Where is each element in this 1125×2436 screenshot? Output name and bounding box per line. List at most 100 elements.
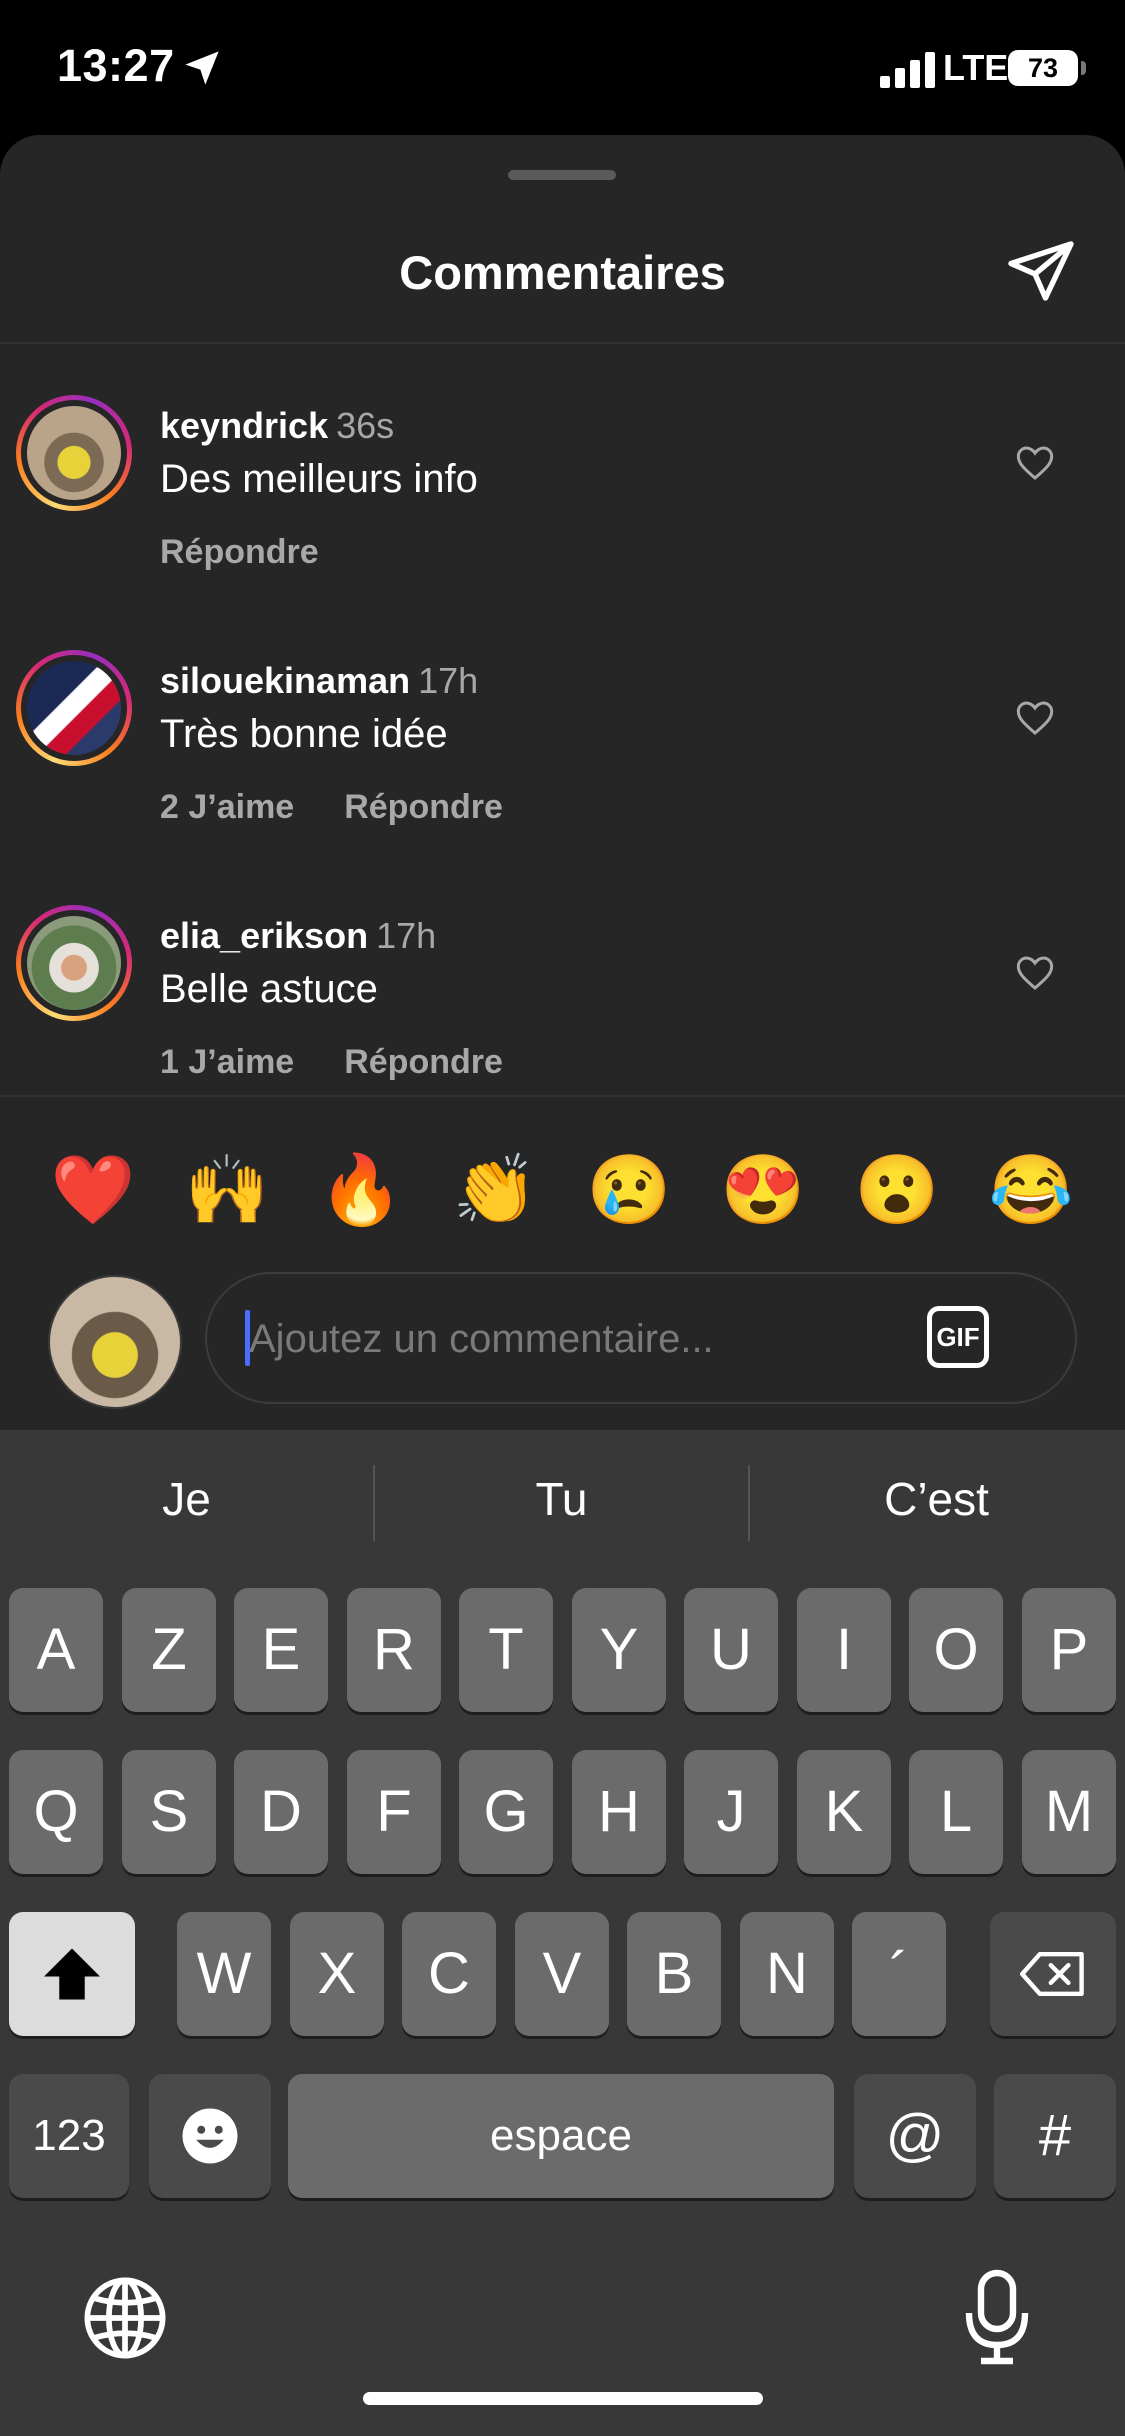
emoji-face-icon xyxy=(182,2108,238,2164)
backspace-key[interactable] xyxy=(990,1912,1116,2036)
share-paper-plane-icon[interactable] xyxy=(1005,235,1077,307)
key-d[interactable]: D xyxy=(234,1750,328,1874)
comment-time: 36s xyxy=(336,405,395,446)
comment-header: elia_erikson 17h xyxy=(160,915,436,957)
status-time: 13:27 xyxy=(57,40,175,91)
home-indicator[interactable] xyxy=(363,2392,763,2405)
avatar xyxy=(27,406,121,500)
key-g[interactable]: G xyxy=(459,1750,553,1874)
comment-input[interactable] xyxy=(247,1302,891,1376)
numbers-key[interactable]: 123 xyxy=(9,2074,129,2198)
key-f[interactable]: F xyxy=(347,1750,441,1874)
key-i[interactable]: I xyxy=(797,1588,891,1712)
comments-sheet: Commentaires keyndrick 36s Des meilleurs … xyxy=(0,135,1125,1430)
reply-button[interactable]: Répondre xyxy=(344,1043,503,1081)
key-e[interactable]: E xyxy=(234,1588,328,1712)
comment-username[interactable]: keyndrick xyxy=(160,405,328,446)
comment-username[interactable]: silouekinaman xyxy=(160,660,410,701)
emoji-fire[interactable]: 🔥 xyxy=(316,1145,406,1235)
keyboard: Je Tu C’est A Z E R T Y U I O P Q S D F … xyxy=(0,1430,1125,2436)
shift-arrow-icon xyxy=(44,1948,100,2000)
status-bar: 13:27 LTE 73 xyxy=(0,0,1125,135)
key-k[interactable]: K xyxy=(797,1750,891,1874)
shift-key[interactable] xyxy=(9,1912,135,2036)
like-heart-icon[interactable] xyxy=(1015,953,1055,993)
header-divider xyxy=(0,342,1125,344)
emoji-clap[interactable]: 👏 xyxy=(450,1145,540,1235)
story-ring[interactable] xyxy=(16,905,132,1021)
key-u[interactable]: U xyxy=(684,1588,778,1712)
likes-count[interactable]: 1 J’aime xyxy=(160,1043,294,1081)
emoji-heart-eyes[interactable]: 😍 xyxy=(718,1145,808,1235)
key-x[interactable]: X xyxy=(290,1912,384,2036)
key-l[interactable]: L xyxy=(909,1750,1003,1874)
key-acute-accent[interactable]: ´ xyxy=(852,1912,946,2036)
quick-emoji-bar: ❤️ 🙌 🔥 👏 😢 😍 😮 😂 xyxy=(0,1145,1125,1235)
key-n[interactable]: N xyxy=(740,1912,834,2036)
suggestion-2[interactable]: Tu xyxy=(375,1472,748,1526)
battery-tip xyxy=(1081,61,1086,75)
key-b[interactable]: B xyxy=(627,1912,721,2036)
story-ring[interactable] xyxy=(16,395,132,511)
reply-button[interactable]: Répondre xyxy=(344,788,503,826)
reply-button[interactable]: Répondre xyxy=(160,533,319,571)
key-r[interactable]: R xyxy=(347,1588,441,1712)
comment-time: 17h xyxy=(376,915,437,956)
comment-actions: 1 J’aime Répondre xyxy=(160,1043,553,1082)
battery-icon: 73 xyxy=(1008,50,1078,86)
emoji-raised-hands[interactable]: 🙌 xyxy=(182,1145,272,1235)
location-arrow-icon xyxy=(185,51,219,85)
key-q[interactable]: Q xyxy=(9,1750,103,1874)
key-t[interactable]: T xyxy=(459,1588,553,1712)
key-o[interactable]: O xyxy=(909,1588,1003,1712)
emoji-heart[interactable]: ❤️ xyxy=(48,1145,138,1235)
backspace-icon xyxy=(1020,1952,1084,1996)
suggestion-3[interactable]: C’est xyxy=(750,1472,1123,1526)
key-z[interactable]: Z xyxy=(122,1588,216,1712)
key-m[interactable]: M xyxy=(1022,1750,1116,1874)
emoji-wow[interactable]: 😮 xyxy=(852,1145,942,1235)
avatar xyxy=(27,916,121,1010)
key-s[interactable]: S xyxy=(122,1750,216,1874)
emoji-divider xyxy=(0,1095,1125,1097)
microphone-icon[interactable] xyxy=(965,2268,1029,2366)
comment-item: silouekinaman 17h Très bonne idée 2 J’aim… xyxy=(0,640,1125,830)
emoji-key[interactable] xyxy=(149,2074,271,2198)
gif-button[interactable]: GIF xyxy=(927,1306,989,1368)
key-p[interactable]: P xyxy=(1022,1588,1116,1712)
likes-count[interactable]: 2 J’aime xyxy=(160,788,294,826)
comment-input-container[interactable]: GIF xyxy=(205,1272,1077,1404)
comment-item: keyndrick 36s Des meilleurs info Répondre xyxy=(0,385,1125,575)
key-a[interactable]: A xyxy=(9,1588,103,1712)
avatar xyxy=(27,661,121,755)
comment-header: silouekinaman 17h xyxy=(160,660,478,702)
comment-actions: Répondre xyxy=(160,533,369,572)
comment-item: elia_erikson 17h Belle astuce 1 J’aime Rép… xyxy=(0,895,1125,1085)
at-key[interactable]: @ xyxy=(854,2074,976,2198)
emoji-crying[interactable]: 😢 xyxy=(584,1145,674,1235)
comment-username[interactable]: elia_erikson xyxy=(160,915,368,956)
sheet-title: Commentaires xyxy=(399,246,726,299)
comment-header: keyndrick 36s xyxy=(160,405,394,447)
like-heart-icon[interactable] xyxy=(1015,698,1055,738)
key-h[interactable]: H xyxy=(572,1750,666,1874)
key-w[interactable]: W xyxy=(177,1912,271,2036)
comment-text: Belle astuce xyxy=(160,967,378,1011)
hash-key[interactable]: # xyxy=(994,2074,1116,2198)
globe-icon[interactable] xyxy=(82,2275,168,2361)
like-heart-icon[interactable] xyxy=(1015,443,1055,483)
story-ring[interactable] xyxy=(16,650,132,766)
comment-text: Des meilleurs info xyxy=(160,457,478,501)
network-type: LTE xyxy=(943,47,1009,88)
emoji-laughing[interactable]: 😂 xyxy=(986,1145,1076,1235)
key-y[interactable]: Y xyxy=(572,1588,666,1712)
sheet-grabber[interactable] xyxy=(508,170,616,180)
key-c[interactable]: C xyxy=(402,1912,496,2036)
key-v[interactable]: V xyxy=(515,1912,609,2036)
key-j[interactable]: J xyxy=(684,1750,778,1874)
space-key[interactable]: espace xyxy=(288,2074,834,2198)
suggestion-1[interactable]: Je xyxy=(0,1472,373,1526)
comment-text: Très bonne idée xyxy=(160,712,448,756)
comment-time: 17h xyxy=(418,660,479,701)
current-user-avatar xyxy=(48,1275,182,1409)
